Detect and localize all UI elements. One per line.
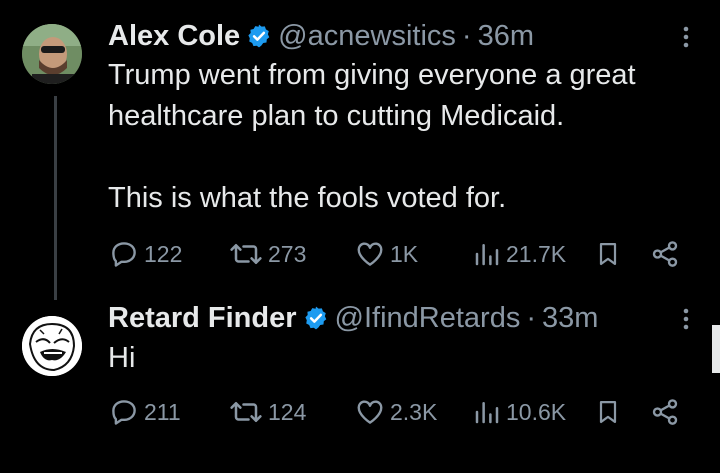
reply-button[interactable]: 122 xyxy=(108,236,182,272)
view-count: 10.6K xyxy=(506,398,567,425)
timestamp[interactable]: 33m xyxy=(542,302,598,335)
like-button[interactable]: 1K xyxy=(354,236,418,272)
timestamp[interactable]: 36m xyxy=(478,20,534,53)
like-count: 1K xyxy=(390,240,419,267)
action-bar: 122 273 1K 21.7K xyxy=(108,236,688,272)
like-count: 2.3K xyxy=(390,398,438,425)
scrollbar-thumb[interactable] xyxy=(712,325,720,373)
reply-icon xyxy=(112,242,136,267)
bookmark-icon[interactable] xyxy=(594,394,622,430)
view-count: 21.7K xyxy=(506,240,567,267)
display-name[interactable]: Alex Cole xyxy=(108,20,240,53)
views-icon xyxy=(475,244,499,266)
verified-badge-icon xyxy=(303,305,329,331)
reply-count: 122 xyxy=(144,240,183,267)
more-options-icon[interactable] xyxy=(676,304,696,334)
verified-badge-icon xyxy=(246,23,272,49)
reply-button[interactable]: 211 xyxy=(108,394,181,430)
thread-connector-line xyxy=(54,96,57,300)
tweet-text: Trump went from giving everyone a great … xyxy=(108,59,636,214)
avatar[interactable] xyxy=(22,316,82,376)
repost-count: 124 xyxy=(268,398,307,425)
display-name[interactable]: Retard Finder xyxy=(108,302,297,335)
user-handle[interactable]: @acnewsitics xyxy=(278,20,456,53)
reply-count: 211 xyxy=(144,398,181,425)
views-button[interactable]: 21.7K xyxy=(472,236,566,272)
repost-button[interactable]: 124 xyxy=(228,394,306,430)
repost-icon xyxy=(230,402,262,422)
views-button[interactable]: 10.6K xyxy=(472,394,566,430)
repost-count: 273 xyxy=(268,240,307,267)
more-options-icon[interactable] xyxy=(676,22,696,52)
avatar[interactable] xyxy=(22,24,82,84)
share-icon[interactable] xyxy=(650,394,680,430)
user-handle[interactable]: @IfindRetards xyxy=(335,302,521,335)
repost-button[interactable]: 273 xyxy=(228,236,306,272)
separator-dot: · xyxy=(526,301,536,334)
repost-icon xyxy=(230,244,262,264)
separator-dot: · xyxy=(461,19,472,52)
tweet-text: Hi xyxy=(108,342,136,374)
reply-icon xyxy=(112,400,136,425)
like-icon xyxy=(357,242,383,266)
action-bar: 211 124 2.3K 10.6K xyxy=(108,394,688,430)
bookmark-icon[interactable] xyxy=(594,236,622,272)
share-icon[interactable] xyxy=(650,236,680,272)
like-icon xyxy=(357,400,383,424)
like-button[interactable]: 2.3K xyxy=(354,394,437,430)
views-icon xyxy=(475,402,499,424)
